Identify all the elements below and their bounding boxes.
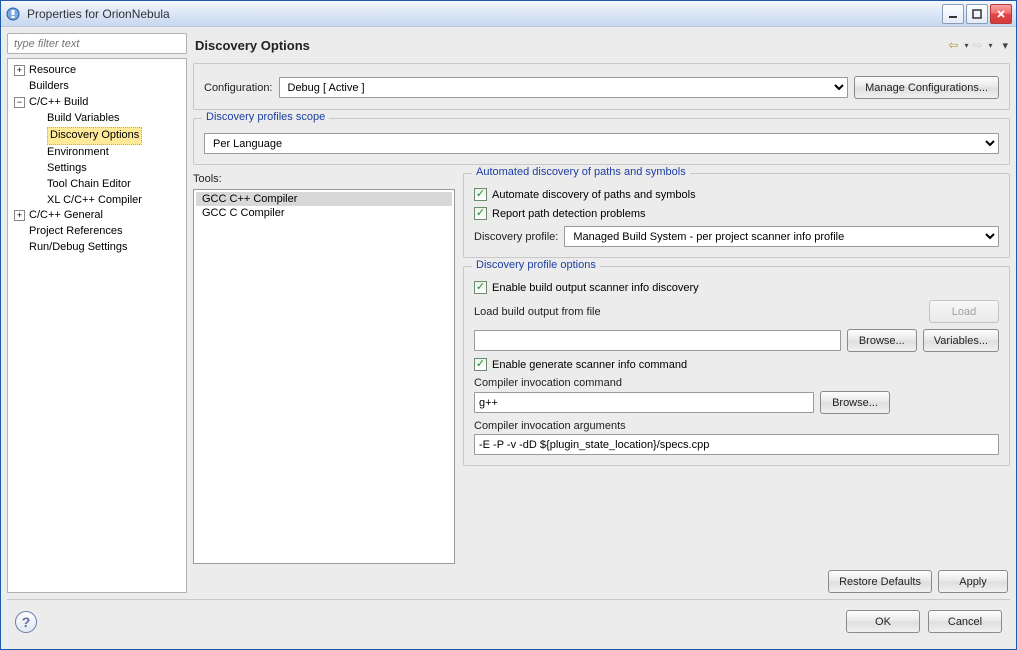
auto-discovery-group-title: Automated discovery of paths and symbols	[472, 166, 690, 178]
tree-item-run-debug[interactable]: Run/Debug Settings	[12, 240, 184, 256]
tools-list-item[interactable]: GCC C Compiler	[196, 206, 452, 220]
ok-button[interactable]: OK	[846, 610, 920, 633]
tree-item-c-general[interactable]: +C/C++ General	[12, 208, 184, 224]
tree-item-build-variables[interactable]: Build Variables	[30, 111, 182, 127]
help-icon[interactable]: ?	[15, 611, 37, 633]
close-button[interactable]	[990, 4, 1012, 24]
invocation-args-label: Compiler invocation arguments	[474, 420, 626, 432]
maximize-button[interactable]	[966, 4, 988, 24]
tree-item-xl-compiler[interactable]: XL C/C++ Compiler	[30, 193, 182, 209]
cancel-button[interactable]: Cancel	[928, 610, 1002, 633]
configuration-select[interactable]: Debug [ Active ]	[279, 77, 849, 98]
app-icon	[5, 6, 21, 22]
tree-filter-input[interactable]	[7, 33, 187, 54]
tree-item-discovery-options[interactable]: Discovery Options	[30, 127, 182, 145]
nav-forward-menu[interactable]: ▾	[988, 41, 992, 50]
page-title: Discovery Options	[195, 38, 944, 53]
browse-compiler-button[interactable]: Browse...	[820, 391, 890, 414]
scope-select[interactable]: Per Language	[204, 133, 999, 154]
nav-tree[interactable]: +Resource Builders −C/C++ Build Build Va…	[7, 58, 187, 593]
report-problems-checkbox[interactable]: ✓Report path detection problems	[474, 207, 645, 220]
invocation-args-input[interactable]	[474, 434, 999, 455]
profile-options-group-title: Discovery profile options	[472, 259, 600, 271]
apply-button[interactable]: Apply	[938, 570, 1008, 593]
tree-item-tool-chain-editor[interactable]: Tool Chain Editor	[30, 177, 182, 193]
titlebar: Properties for OrionNebula	[1, 1, 1016, 27]
tree-item-builders[interactable]: Builders	[12, 79, 184, 95]
scope-group-title: Discovery profiles scope	[202, 111, 329, 123]
tree-item-resource[interactable]: +Resource	[12, 63, 184, 79]
manage-configurations-button[interactable]: Manage Configurations...	[854, 76, 999, 99]
nav-back-button[interactable]: ⇦	[944, 37, 962, 53]
nav-forward-button[interactable]: ⇨	[968, 37, 986, 53]
tree-item-settings[interactable]: Settings	[30, 161, 182, 177]
variables-button[interactable]: Variables...	[923, 329, 999, 352]
discovery-profile-select[interactable]: Managed Build System - per project scann…	[564, 226, 999, 247]
view-menu-button[interactable]: ▾	[1002, 39, 1008, 52]
automate-discovery-checkbox[interactable]: ✓Automate discovery of paths and symbols	[474, 188, 696, 201]
window-title: Properties for OrionNebula	[27, 7, 942, 21]
load-output-label: Load build output from file	[474, 306, 601, 318]
browse-output-button[interactable]: Browse...	[847, 329, 917, 352]
enable-generate-scanner-checkbox[interactable]: ✓Enable generate scanner info command	[474, 358, 687, 371]
tree-item-environment[interactable]: Environment	[30, 145, 182, 161]
discovery-profile-label: Discovery profile:	[474, 231, 558, 243]
invocation-cmd-input[interactable]	[474, 392, 814, 413]
invocation-cmd-label: Compiler invocation command	[474, 377, 622, 389]
tools-list-item[interactable]: GCC C++ Compiler	[196, 192, 452, 206]
load-output-path-input[interactable]	[474, 330, 841, 351]
minimize-button[interactable]	[942, 4, 964, 24]
tree-item-c-build[interactable]: −C/C++ Build Build Variables Discovery O…	[12, 95, 184, 209]
enable-output-scanner-checkbox[interactable]: ✓Enable build output scanner info discov…	[474, 281, 699, 294]
tree-item-project-refs[interactable]: Project References	[12, 224, 184, 240]
load-button[interactable]: Load	[929, 300, 999, 323]
tools-list[interactable]: GCC C++ Compiler GCC C Compiler	[193, 189, 455, 564]
restore-defaults-button[interactable]: Restore Defaults	[828, 570, 932, 593]
configuration-label: Configuration:	[204, 82, 273, 94]
tools-label: Tools:	[193, 173, 455, 185]
